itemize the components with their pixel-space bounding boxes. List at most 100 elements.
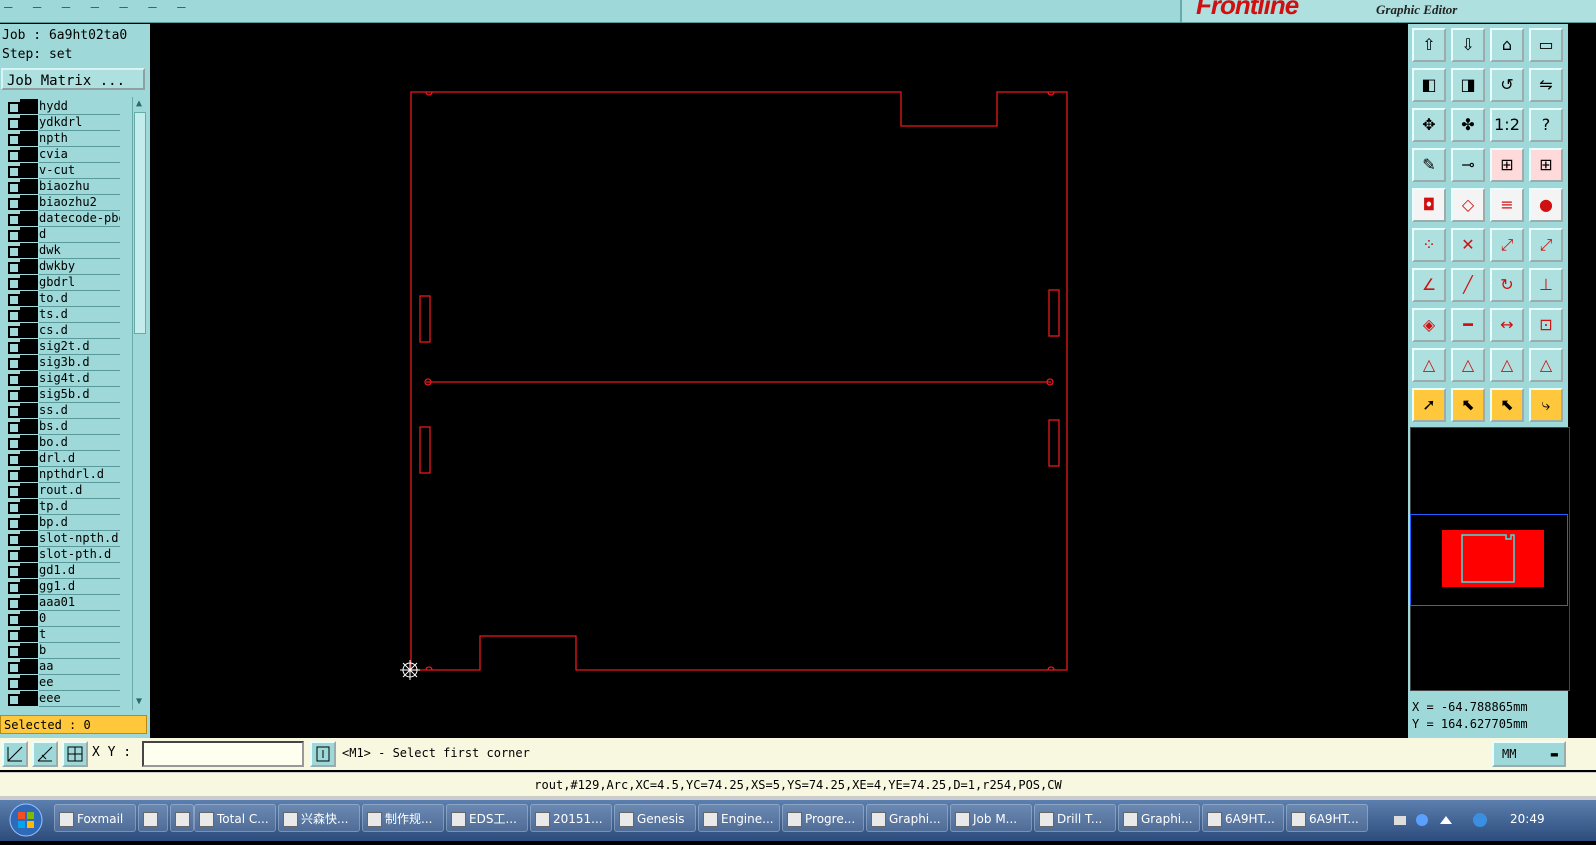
taskbar-item[interactable] [138,804,168,832]
triangle3-button[interactable]: △ [1490,348,1524,382]
measure-button[interactable]: ⊸ [1451,148,1485,182]
pad-button[interactable]: ● [1529,188,1563,222]
layer-row[interactable]: sig3b.d [2,355,122,371]
connect-button[interactable]: ⤢ [1490,228,1524,262]
taskbar-item[interactable]: Graphi... [1118,804,1200,832]
move-pad-button[interactable]: ◈ [1412,308,1446,342]
info-button[interactable] [310,741,336,767]
layer-row[interactable]: t [2,627,122,643]
open-button[interactable]: ⇧ [1412,28,1446,62]
zoom-button[interactable]: ✤ [1451,108,1485,142]
fit-button[interactable]: ✥ [1412,108,1446,142]
angle-button[interactable]: ∠ [1412,268,1446,302]
system-tray[interactable] [1390,808,1500,832]
minus-button[interactable]: ━ [1451,308,1485,342]
layer-row[interactable]: sig2t.d [2,339,122,355]
checkbox-icon[interactable] [8,518,20,530]
checkbox-icon[interactable] [8,182,20,194]
mirror-button[interactable]: ⊥ [1529,268,1563,302]
layer-row[interactable]: ts.d [2,307,122,323]
checkbox-icon[interactable] [8,678,20,690]
undo-button[interactable]: ↺ [1490,68,1524,102]
checkbox-icon[interactable] [8,374,20,386]
layer-row[interactable]: ee [2,675,122,691]
flip-button[interactable]: ⇋ [1529,68,1563,102]
layer-row[interactable]: d [2,227,122,243]
layer-row[interactable]: bo.d [2,435,122,451]
layer-row[interactable]: tp.d [2,499,122,515]
layer-row[interactable]: eee [2,691,122,707]
taskbar-item[interactable]: 6A9HT... [1202,804,1284,832]
layer-row[interactable]: v-cut [2,163,122,179]
window-button[interactable]: ▭ [1529,28,1563,62]
tools-button[interactable]: ✎ [1412,148,1446,182]
layer-row[interactable]: biaozhu [2,179,122,195]
checkbox-icon[interactable] [8,486,20,498]
graphic-canvas[interactable] [150,24,1408,738]
layer-row[interactable]: slot-pth.d [2,547,122,563]
checkbox-icon[interactable] [8,470,20,482]
layer-row[interactable]: biaozhu2 [2,195,122,211]
checkbox-icon[interactable] [8,438,20,450]
taskbar-item[interactable]: Progre... [782,804,864,832]
checkbox-icon[interactable] [8,230,20,242]
layer-row[interactable]: aa [2,659,122,675]
taskbar-item[interactable]: EDS工... [446,804,528,832]
layer-row[interactable]: bp.d [2,515,122,531]
checkbox-icon[interactable] [8,150,20,162]
checkbox-icon[interactable] [8,390,20,402]
cross-button[interactable]: ✕ [1451,228,1485,262]
checkbox-icon[interactable] [8,246,20,258]
checkbox-icon[interactable] [8,214,20,226]
pointer-circle-button[interactable]: ⬉ [1490,388,1524,422]
checkbox-icon[interactable] [8,358,20,370]
checkbox-icon[interactable] [8,550,20,562]
taskbar-item[interactable]: 6A9HT... [1286,804,1368,832]
taskbar-item[interactable]: 20151... [530,804,612,832]
layer-row[interactable]: ydkdrl [2,115,122,131]
layer-row[interactable]: npth [2,131,122,147]
taskbar-item[interactable]: 制作规... [362,804,444,832]
layer-row[interactable]: gg1.d [2,579,122,595]
layer-row[interactable]: cs.d [2,323,122,339]
save-button[interactable]: ⇩ [1451,28,1485,62]
layer-row[interactable]: gd1.d [2,563,122,579]
checkbox-icon[interactable] [8,566,20,578]
checkbox-icon[interactable] [8,582,20,594]
checkbox-icon[interactable] [8,422,20,434]
layer-row[interactable]: drl.d [2,451,122,467]
layer-row[interactable]: cvia [2,147,122,163]
home-button[interactable]: ⌂ [1490,28,1524,62]
scale-button[interactable]: 1:2 [1490,108,1524,142]
checkbox-icon[interactable] [8,502,20,514]
taskbar-item[interactable]: Total C... [194,804,276,832]
layer-row[interactable]: sig4t.d [2,371,122,387]
layer-row[interactable]: aaa01 [2,595,122,611]
checkbox-icon[interactable] [8,406,20,418]
checkbox-icon[interactable] [8,262,20,274]
checkbox-icon[interactable] [8,614,20,626]
grid-mode-button[interactable] [62,741,88,767]
checkbox-icon[interactable] [8,342,20,354]
select-box-button[interactable]: ◇ [1451,188,1485,222]
taskbar-item[interactable]: Genesis [614,804,696,832]
route-button[interactable]: ⤷ [1529,388,1563,422]
layer-row[interactable]: rout.d [2,483,122,499]
checkbox-icon[interactable] [8,534,20,546]
dimension-button[interactable]: ↔ [1490,308,1524,342]
taskbar-item[interactable]: Drill T... [1034,804,1116,832]
layer-row[interactable]: npthdrl.d [2,467,122,483]
triangle4-button[interactable]: △ [1529,348,1563,382]
scrollbar-thumb[interactable] [134,112,146,334]
ruler-button[interactable]: ≡ [1490,188,1524,222]
group-button[interactable]: ⊡ [1529,308,1563,342]
snap-mode-button[interactable] [2,741,28,767]
scroll-down-icon[interactable]: ▼ [132,695,146,709]
layer-row[interactable]: dwkby [2,259,122,275]
checkbox-icon[interactable] [8,326,20,338]
angle-mode-button[interactable] [32,741,58,767]
taskbar-item[interactable]: 兴森快... [278,804,360,832]
taskbar-item[interactable] [170,804,194,832]
layer-row[interactable]: to.d [2,291,122,307]
checkbox-icon[interactable] [8,294,20,306]
